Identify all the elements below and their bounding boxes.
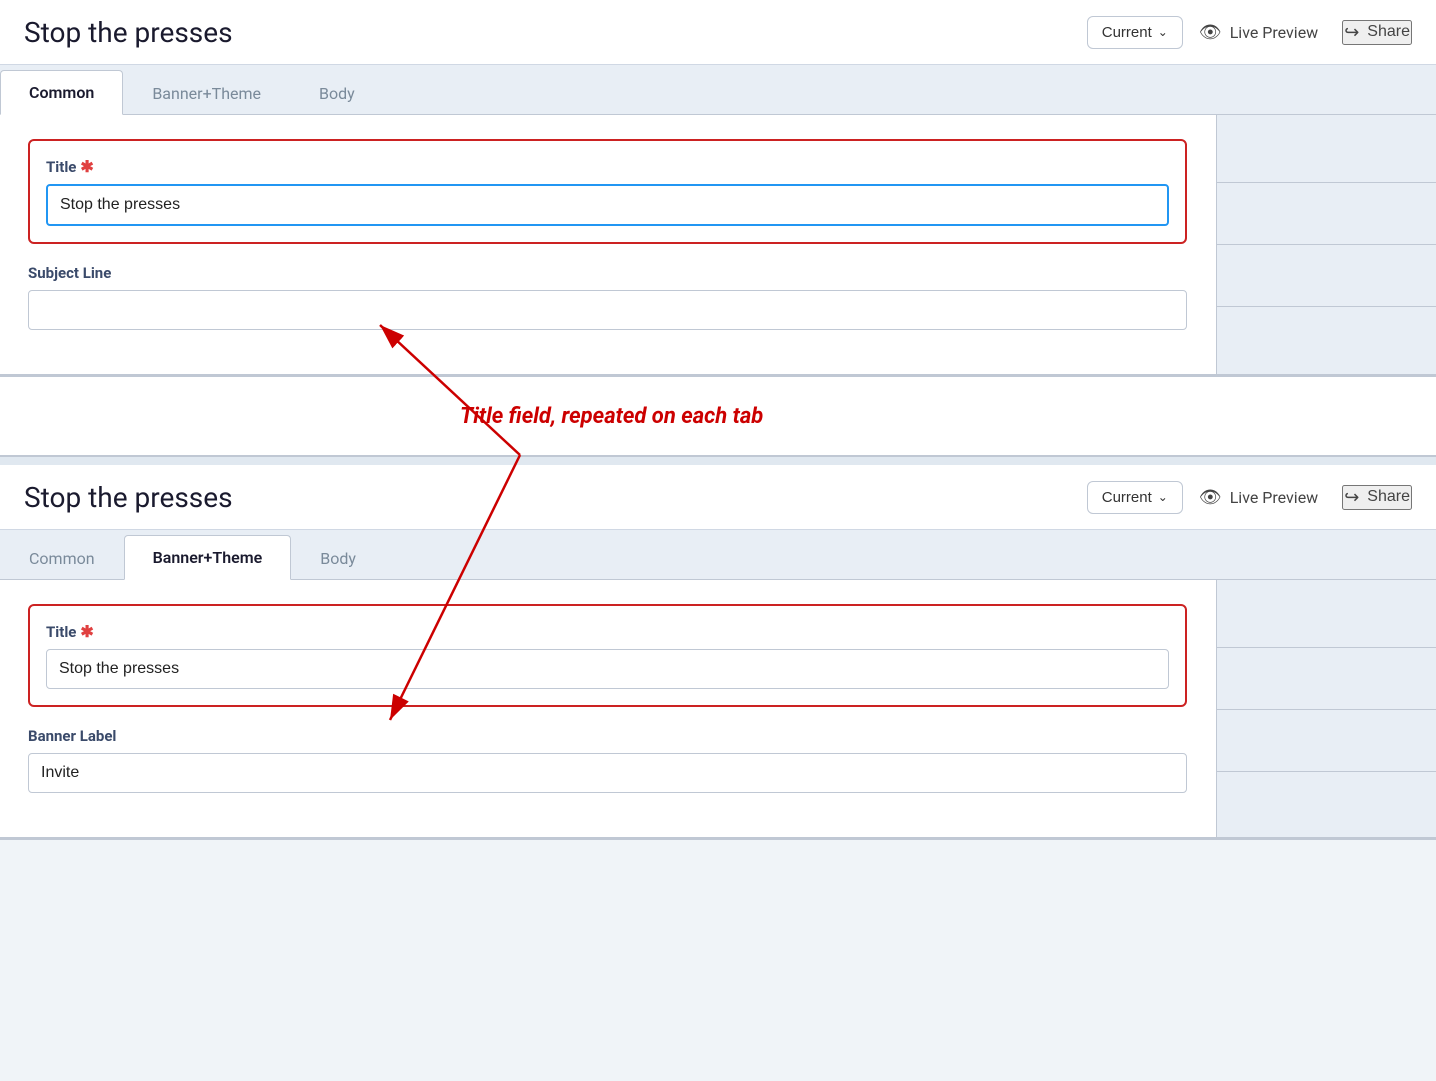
panel-separator: [0, 457, 1436, 465]
eye-icon-2: 👁: [1199, 487, 1222, 508]
tab-body-2[interactable]: Body: [291, 536, 385, 580]
tab-common-1[interactable]: Common: [0, 70, 123, 115]
sidebar-stub-1b: [1217, 185, 1436, 245]
title-field-group-1: Title ✱: [28, 139, 1187, 244]
current-dropdown-1[interactable]: Current ⌄: [1087, 16, 1183, 49]
banner-label-label: Banner Label: [28, 727, 1187, 745]
panel-2-layout: Title ✱ Banner Label: [0, 580, 1436, 837]
page-title-2: Stop the presses: [24, 481, 1071, 514]
live-preview-label-2: Live Preview: [1230, 488, 1319, 507]
sidebar-stub-2c: [1217, 712, 1436, 772]
panel-2-content: Title ✱ Banner Label: [0, 580, 1215, 837]
panel-2: Stop the presses Current ⌄ 👁 Live Previe…: [0, 465, 1436, 840]
live-preview-button-2[interactable]: 👁 Live Preview: [1199, 487, 1318, 508]
tab-body-1[interactable]: Body: [290, 71, 384, 115]
chevron-down-icon-2: ⌄: [1158, 490, 1168, 504]
share-icon-2: ↪: [1344, 487, 1359, 508]
title-required-star-1: ✱: [80, 157, 93, 176]
annotation-area: Title field, repeated on each tab: [0, 377, 1436, 457]
panels-stack: Stop the presses Current ⌄ 👁 Live Previe…: [0, 0, 1436, 840]
panel-1-tabs: Common Banner+Theme Body: [0, 65, 1436, 115]
title-field-group-2: Title ✱: [28, 604, 1187, 707]
tab-banner-theme-1[interactable]: Banner+Theme: [123, 71, 290, 115]
panel-1: Stop the presses Current ⌄ 👁 Live Previe…: [0, 0, 1436, 377]
header-actions-2: 👁 Live Preview ↪ Share: [1199, 485, 1412, 510]
sidebar-stub-1a: [1217, 123, 1436, 183]
sidebar-stub-2a: [1217, 588, 1436, 648]
subject-line-label-1: Subject Line: [28, 264, 1187, 282]
share-label-2: Share: [1367, 488, 1410, 506]
tab-banner-theme-2[interactable]: Banner+Theme: [124, 535, 292, 580]
share-button-2[interactable]: ↪ Share: [1342, 485, 1412, 510]
right-sidebar-1: [1216, 115, 1436, 374]
dropdown-label-2: Current: [1102, 489, 1152, 506]
panel-2-header: Stop the presses Current ⌄ 👁 Live Previe…: [0, 465, 1436, 530]
tab-common-2[interactable]: Common: [0, 536, 124, 580]
current-dropdown-2[interactable]: Current ⌄: [1087, 481, 1183, 514]
annotation-text: Title field, repeated on each tab: [460, 404, 763, 429]
live-preview-label-1: Live Preview: [1230, 23, 1319, 42]
page-container: Stop the presses Current ⌄ 👁 Live Previe…: [0, 0, 1436, 840]
title-input-2[interactable]: [46, 649, 1169, 689]
share-button-1[interactable]: ↪ Share: [1342, 20, 1412, 45]
panel-2-tabs: Common Banner+Theme Body: [0, 530, 1436, 580]
live-preview-button-1[interactable]: 👁 Live Preview: [1199, 22, 1318, 43]
chevron-down-icon-1: ⌄: [1158, 25, 1168, 39]
header-actions-1: 👁 Live Preview ↪ Share: [1199, 20, 1412, 45]
panel-1-header: Stop the presses Current ⌄ 👁 Live Previe…: [0, 0, 1436, 65]
sidebar-stub-1c: [1217, 247, 1436, 307]
sidebar-stub-2b: [1217, 650, 1436, 710]
panel-1-content: Title ✱ Subject Line: [0, 115, 1215, 374]
share-label-1: Share: [1367, 23, 1410, 41]
subject-line-input-1[interactable]: [28, 290, 1187, 330]
title-label-2: Title ✱: [46, 622, 1169, 641]
dropdown-label-1: Current: [1102, 24, 1152, 41]
banner-label-input[interactable]: [28, 753, 1187, 793]
right-sidebar-2: [1216, 580, 1436, 837]
eye-icon-1: 👁: [1199, 22, 1222, 43]
page-title-1: Stop the presses: [24, 16, 1071, 49]
title-label-1: Title ✱: [46, 157, 1169, 176]
title-input-1[interactable]: [46, 184, 1169, 226]
panel-1-layout: Title ✱ Subject Line: [0, 115, 1436, 374]
share-icon-1: ↪: [1344, 22, 1359, 43]
banner-label-field-group: Banner Label: [28, 727, 1187, 793]
subject-line-field-group-1: Subject Line: [28, 264, 1187, 330]
title-required-star-2: ✱: [80, 622, 93, 641]
